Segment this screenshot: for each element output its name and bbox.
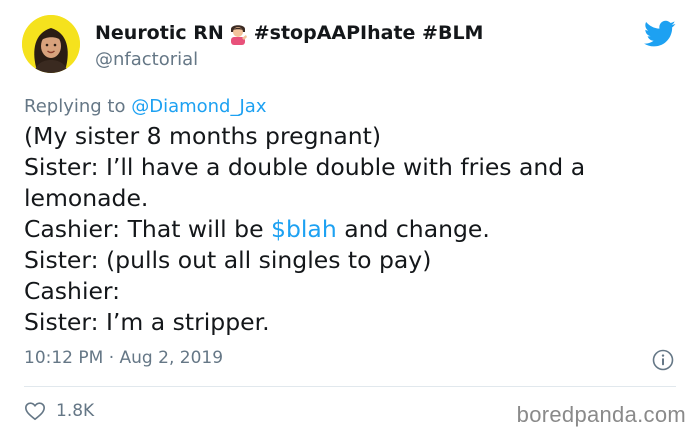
cashtag-link[interactable]: $blah — [271, 215, 337, 243]
tweet-line: (My sister 8 months pregnant) — [24, 122, 382, 150]
tweet-card: Neurotic RN #stopAAPIhate #BLM @nfactori… — [0, 0, 700, 442]
tweet-line: Cashier: That will be $blah and change. — [24, 214, 674, 245]
user-handle[interactable]: @nfactorial — [95, 49, 198, 70]
user-name-row[interactable]: Neurotic RN #stopAAPIhate #BLM — [95, 21, 483, 45]
hashtags[interactable]: #stopAAPIhate #BLM — [254, 22, 484, 44]
twitter-bird-icon[interactable] — [644, 20, 676, 48]
avatar-image — [22, 15, 80, 73]
person-tipping-hand-emoji — [226, 21, 250, 45]
tweet-line: lemonade. — [24, 184, 149, 212]
replying-to-label: Replying to — [24, 96, 132, 117]
tweet-line: Sister: I’m a stripper. — [24, 308, 270, 336]
heart-icon[interactable] — [24, 400, 46, 422]
tweet-text-fragment: and change. — [336, 215, 490, 243]
info-icon[interactable] — [652, 349, 674, 371]
tweet-timestamp[interactable]: 10:12 PM · Aug 2, 2019 — [24, 348, 223, 368]
reply-mention-link[interactable]: @Diamond_Jax — [131, 96, 266, 117]
tweet-text: (My sister 8 months pregnant) Sister: I’… — [24, 121, 674, 338]
replying-to-line: Replying to @Diamond_Jax — [24, 96, 266, 117]
boredpanda-watermark: boredpanda.com — [516, 402, 686, 427]
tweet-text-fragment: Cashier: That will be — [24, 215, 272, 243]
like-count: 1.8K — [56, 401, 95, 421]
divider — [24, 386, 676, 387]
tweet-line: Sister: (pulls out all singles to pay) — [24, 246, 432, 274]
like-action[interactable]: 1.8K — [24, 400, 94, 422]
tweet-line: Cashier: — [24, 277, 121, 305]
display-name[interactable]: Neurotic RN — [95, 22, 224, 44]
tweet-line: Sister: I’ll have a double double with f… — [24, 153, 586, 181]
avatar[interactable] — [22, 15, 80, 73]
